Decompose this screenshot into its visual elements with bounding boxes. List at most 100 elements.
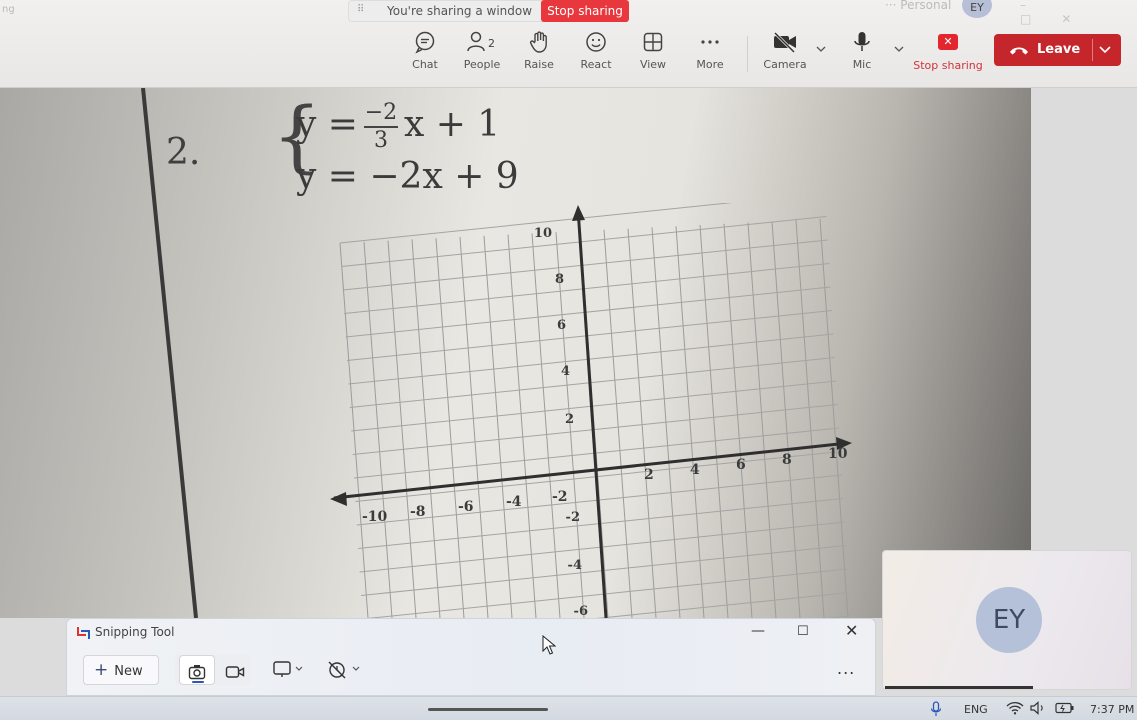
leave-button[interactable]: Leave [994, 34, 1121, 66]
maximize-button[interactable]: ☐ [797, 624, 809, 639]
chat-label: Chat [412, 58, 438, 71]
x-tick-label: -4 [506, 494, 522, 510]
snipping-tool-window[interactable]: Snipping Tool — ☐ ✕ + New ... [66, 618, 876, 696]
view-button[interactable]: View [624, 30, 682, 80]
self-video-tile[interactable]: EY [882, 550, 1132, 690]
hand-icon [529, 31, 547, 53]
mic-icon [854, 32, 870, 51]
stop-sharing-top-button[interactable]: Stop sharing [541, 0, 629, 22]
shared-screen: 2. { y = −2 3 x + 1 y = −2x + 9 -10 -8 -6 -4-… [0, 88, 1031, 618]
grid-line-vertical [531, 233, 561, 618]
raise-label: Raise [524, 58, 554, 71]
people-icon [467, 31, 485, 52]
snip-shape-dropdown[interactable] [271, 657, 307, 683]
toolbar-divider [747, 36, 748, 72]
y-tick-label: -2 [566, 510, 580, 525]
self-avatar: EY [976, 587, 1042, 653]
snipping-tool-title: Snipping Tool [95, 625, 175, 639]
grid-line-horizontal [344, 263, 830, 314]
grid-line-vertical [483, 235, 513, 618]
coordinate-grid: -10 -8 -6 -4 -2 2 4 6 8 10 10 8 6 4 2 -2 -4 -6 [330, 203, 852, 618]
x-axis-left-arrow [330, 492, 347, 506]
grid-line-horizontal [342, 239, 828, 291]
people-button[interactable]: 2 People [453, 30, 511, 80]
people-label: People [463, 58, 501, 71]
taskbar-mic-icon[interactable] [930, 701, 942, 717]
x-tick-label: -8 [410, 504, 426, 520]
grid-line-vertical [723, 223, 753, 618]
meeting-toolbar: ng ⠿ You're sharing a window Stop sharin… [0, 0, 1137, 88]
equation-1-lhs: y = [296, 104, 358, 145]
chat-icon [415, 31, 435, 54]
sharing-message: You're sharing a window [387, 4, 533, 18]
input-language[interactable]: ENG [964, 703, 988, 716]
active-mode-indicator [192, 681, 204, 683]
close-button[interactable]: ✕ [845, 621, 858, 640]
stop-sharing-label: Stop sharing [913, 59, 983, 72]
y-tick-label: -6 [574, 604, 588, 618]
mic-label: Mic [852, 58, 872, 71]
x-tick-label: -6 [458, 499, 474, 515]
leave-label: Leave [1037, 42, 1081, 57]
video-icon [225, 666, 245, 678]
grid-view-icon [643, 32, 663, 52]
grid-line-vertical [507, 234, 537, 618]
y-tick-label: 10 [534, 226, 552, 241]
chat-button[interactable]: Chat [396, 30, 454, 80]
phone-hangup-icon [1010, 47, 1028, 55]
minimize-button[interactable]: — [751, 623, 765, 639]
raise-hand-button[interactable]: Raise [510, 30, 568, 80]
mic-options-chevron-icon[interactable] [893, 44, 905, 54]
snip-delay-dropdown[interactable] [325, 657, 365, 683]
screenshot-mode-button[interactable] [179, 655, 215, 685]
grid-line-vertical [819, 218, 849, 618]
new-snip-button[interactable]: + New [83, 655, 159, 685]
camera-button[interactable]: Camera [756, 30, 814, 80]
grid-line-vertical [363, 241, 393, 618]
camera-off-icon [773, 31, 796, 54]
volume-icon[interactable] [1030, 701, 1046, 715]
camera-options-chevron-icon[interactable] [815, 44, 827, 54]
self-tile-bar [885, 686, 1033, 689]
mic-button[interactable]: Mic [833, 30, 891, 80]
y-tick-label: 6 [557, 318, 566, 333]
y-tick-label: 2 [565, 412, 574, 427]
react-button[interactable]: React [567, 30, 625, 80]
camera-icon [188, 665, 206, 680]
account-avatar[interactable]: EY [962, 0, 992, 18]
smiley-icon [586, 32, 606, 52]
grid-line-vertical [795, 220, 825, 618]
window-controls[interactable]: –□✕ [1020, 0, 1137, 26]
people-count: 2 [488, 37, 495, 50]
grid-line-horizontal [339, 203, 733, 244]
grid-line-vertical [411, 239, 441, 618]
grid-lines [339, 203, 851, 618]
grid-line-horizontal [346, 310, 833, 361]
leave-divider [1092, 39, 1093, 61]
leave-options-chevron-icon[interactable] [1098, 45, 1112, 55]
x-tick-label: 4 [690, 462, 700, 478]
clock[interactable]: 7:37 PM [1090, 703, 1134, 716]
capture-mode-toggle [175, 655, 251, 685]
stop-sharing-button[interactable]: ✕ Stop sharing [912, 30, 984, 80]
more-label: More [696, 58, 724, 71]
wifi-icon[interactable] [1006, 701, 1024, 715]
plus-icon: + [94, 660, 109, 680]
y-axis-up-arrow [572, 205, 585, 221]
taskbar-handle[interactable] [428, 708, 548, 711]
y-tick-label: 4 [561, 364, 570, 379]
see-more-button[interactable]: ... [837, 659, 855, 678]
x-tick-label: 2 [644, 467, 654, 483]
mouse-cursor-icon [542, 635, 556, 655]
video-mode-button[interactable] [219, 655, 251, 685]
battery-icon[interactable] [1055, 702, 1075, 714]
drag-handle-icon[interactable]: ⠿ [357, 4, 364, 15]
more-button[interactable]: More [681, 30, 739, 80]
grid-line-vertical [603, 229, 633, 618]
x-tick-label: 8 [782, 452, 792, 468]
timer-off-icon [328, 661, 360, 678]
equation-1-fraction: −2 3 [363, 102, 398, 152]
grid-line-vertical [771, 221, 801, 618]
grid-line-vertical [747, 222, 777, 618]
fraction-numerator: −2 [363, 102, 398, 128]
